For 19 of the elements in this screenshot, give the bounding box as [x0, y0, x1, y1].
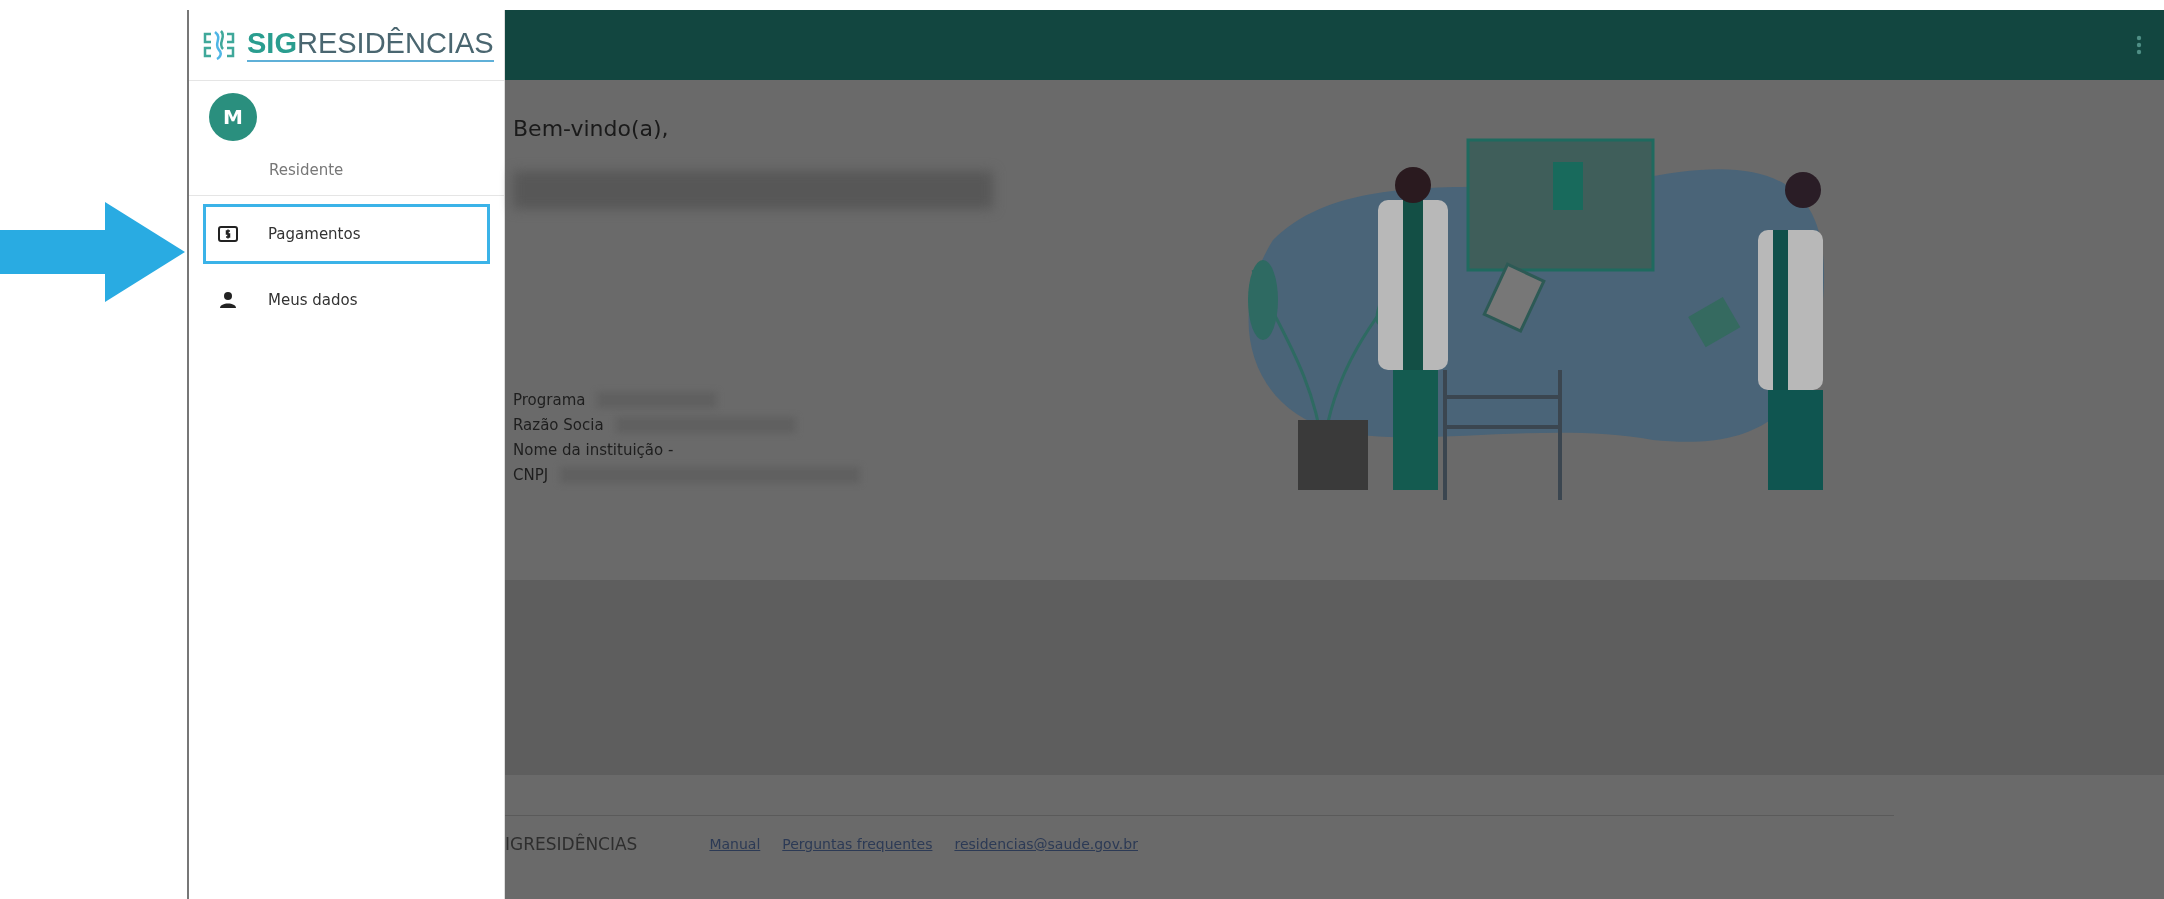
info-label: Programa: [513, 390, 586, 409]
footer-link[interactable]: Manual: [709, 836, 761, 852]
person-icon: [218, 292, 238, 308]
nav-item[interactable]: Meus dados: [203, 270, 490, 330]
logo-icon: [201, 30, 237, 60]
nav-item[interactable]: Pagamentos: [203, 204, 490, 264]
info-label: CNPJ: [513, 465, 549, 484]
logo-text: SIGRESIDÊNCIAS: [247, 28, 494, 62]
more-options-icon[interactable]: [2136, 35, 2142, 55]
user-role: Residente: [269, 161, 345, 179]
greeting-heading: Bem-vindo(a),: [513, 116, 670, 141]
money-icon: [218, 226, 238, 242]
footer-brand: IGRESIDÊNCIAS: [505, 834, 638, 854]
info-label: Razão Socia: [513, 415, 604, 434]
info-label: Nome da instituição -: [513, 440, 674, 459]
footer-link[interactable]: Perguntas frequentes: [782, 836, 933, 852]
footer-link[interactable]: residencias@saude.gov.br: [954, 836, 1138, 852]
user-avatar: M: [209, 93, 257, 141]
arrow-icon: [0, 202, 185, 302]
